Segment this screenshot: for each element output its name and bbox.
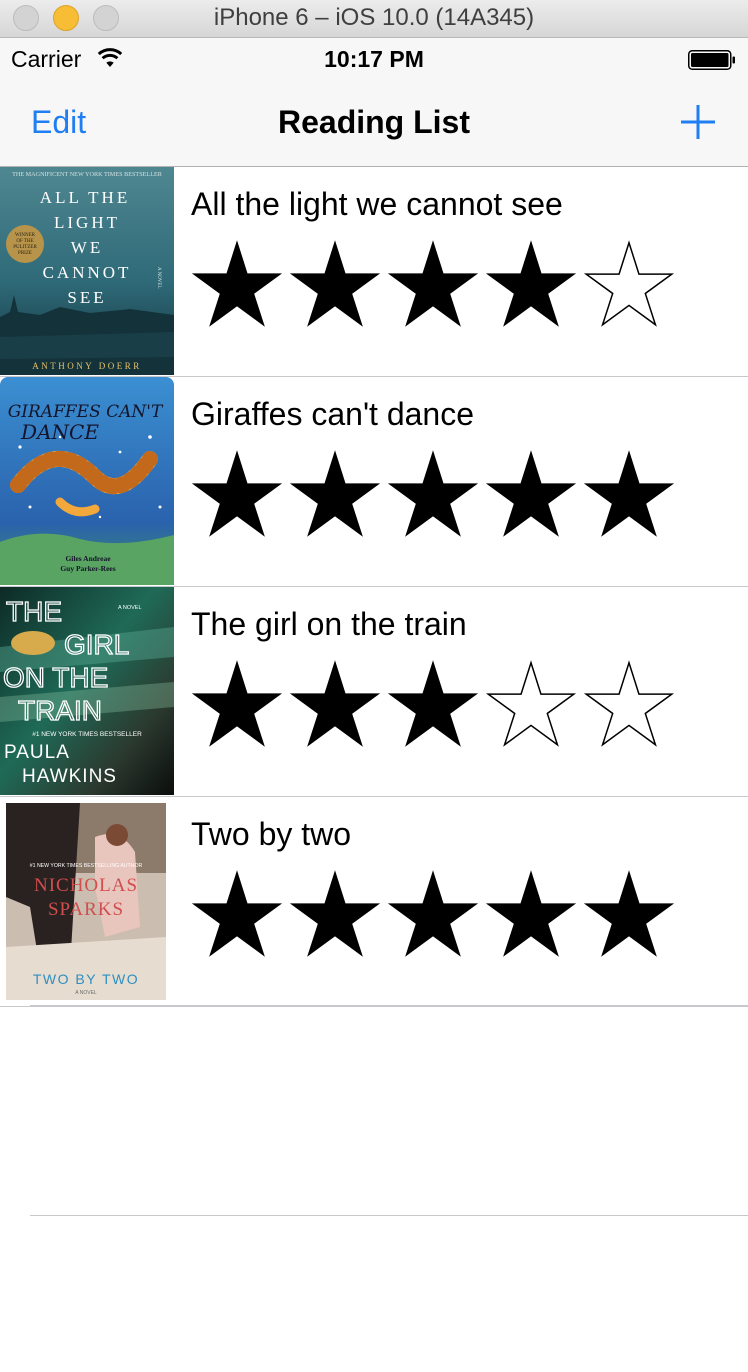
star-filled-icon[interactable] xyxy=(188,239,286,329)
status-bar: Carrier 10:17 PM xyxy=(0,38,748,78)
star-rating[interactable] xyxy=(188,659,678,749)
svg-text:DANCE: DANCE xyxy=(20,420,99,444)
navigation-bar: Edit Reading List xyxy=(0,78,748,167)
star-rating[interactable] xyxy=(188,239,678,329)
star-filled-icon[interactable] xyxy=(580,869,678,959)
star-empty-icon[interactable] xyxy=(580,239,678,329)
star-filled-icon[interactable] xyxy=(482,869,580,959)
book-cover-image: GIRAFFES CAN'T DANCE Giles Andreae Guy P… xyxy=(0,377,174,585)
empty-row-separator xyxy=(30,1215,748,1216)
book-title: The girl on the train xyxy=(191,606,467,642)
svg-text:ANTHONY DOERR: ANTHONY DOERR xyxy=(32,361,141,371)
svg-text:THE: THE xyxy=(6,596,62,627)
svg-text:SEE: SEE xyxy=(67,288,106,307)
star-empty-icon[interactable] xyxy=(482,659,580,749)
book-cover-image: THE MAGNIFICENT NEW YORK TIMES BESTSELLE… xyxy=(0,167,174,375)
svg-text:TWO BY TWO: TWO BY TWO xyxy=(33,971,139,987)
svg-text:A NOVEL: A NOVEL xyxy=(118,605,142,611)
simulator-title: iPhone 6 – iOS 10.0 (14A345) xyxy=(213,4,535,31)
svg-text:ON THE: ON THE xyxy=(3,662,108,693)
svg-text:LIGHT: LIGHT xyxy=(54,213,120,232)
book-title: All the light we cannot see xyxy=(191,186,563,222)
svg-text:OF THE: OF THE xyxy=(16,239,33,244)
star-rating[interactable] xyxy=(188,869,678,959)
svg-text:PULITZER: PULITZER xyxy=(13,245,37,250)
star-filled-icon[interactable] xyxy=(384,239,482,329)
star-filled-icon[interactable] xyxy=(188,449,286,539)
svg-text:WINNER: WINNER xyxy=(15,233,36,238)
table-row[interactable]: THE MAGNIFICENT NEW YORK TIMES BESTSELLE… xyxy=(0,167,748,377)
star-filled-icon[interactable] xyxy=(188,869,286,959)
star-filled-icon[interactable] xyxy=(286,659,384,749)
svg-text:PAULA: PAULA xyxy=(4,742,70,763)
svg-text:#1 NEW YORK TIMES BESTSELLING: #1 NEW YORK TIMES BESTSELLING AUTHOR xyxy=(30,863,143,869)
star-filled-icon[interactable] xyxy=(384,659,482,749)
star-filled-icon[interactable] xyxy=(286,239,384,329)
svg-text:NICHOLAS: NICHOLAS xyxy=(34,875,138,896)
page-title: Reading List xyxy=(277,104,470,140)
table-row[interactable]: THE GIRL ON THE TRAIN A NOVEL #1 NEW YOR… xyxy=(0,587,748,797)
svg-text:CANNOT: CANNOT xyxy=(43,263,132,282)
star-filled-icon[interactable] xyxy=(580,449,678,539)
reading-list-table: THE MAGNIFICENT NEW YORK TIMES BESTSELLE… xyxy=(0,167,748,1007)
svg-text:Giles Andreae: Giles Andreae xyxy=(65,554,111,563)
svg-text:WE: WE xyxy=(71,238,103,257)
star-filled-icon[interactable] xyxy=(482,449,580,539)
svg-text:#1 NEW YORK TIMES BESTSELLER: #1 NEW YORK TIMES BESTSELLER xyxy=(32,731,142,738)
table-row[interactable]: #1 NEW YORK TIMES BESTSELLING AUTHOR NIC… xyxy=(0,797,748,1007)
star-filled-icon[interactable] xyxy=(286,869,384,959)
simulator-titlebar: iPhone 6 – iOS 10.0 (14A345) xyxy=(0,0,748,38)
svg-text:THE MAGNIFICENT NEW YORK TIMES: THE MAGNIFICENT NEW YORK TIMES BESTSELLE… xyxy=(12,171,163,178)
star-filled-icon[interactable] xyxy=(482,239,580,329)
star-filled-icon[interactable] xyxy=(384,449,482,539)
svg-text:GIRL: GIRL xyxy=(64,629,129,660)
empty-row-separator xyxy=(30,1005,748,1006)
book-title: Giraffes can't dance xyxy=(191,396,475,432)
svg-text:PRIZE: PRIZE xyxy=(18,251,32,256)
battery-icon xyxy=(688,50,735,70)
star-filled-icon[interactable] xyxy=(384,869,482,959)
clock: 10:17 PM xyxy=(324,46,424,72)
svg-text:HAWKINS: HAWKINS xyxy=(22,766,117,787)
svg-text:SPARKS: SPARKS xyxy=(48,899,124,920)
svg-text:Guy Parker-Rees: Guy Parker-Rees xyxy=(60,564,115,573)
svg-text:ALL THE: ALL THE xyxy=(40,188,130,207)
star-rating[interactable] xyxy=(188,449,678,539)
star-filled-icon[interactable] xyxy=(188,659,286,749)
svg-text:TRAIN: TRAIN xyxy=(18,695,102,726)
book-title: Two by two xyxy=(191,816,352,852)
svg-text:GIRAFFES CAN'T: GIRAFFES CAN'T xyxy=(8,402,164,422)
star-empty-icon[interactable] xyxy=(580,659,678,749)
plus-icon[interactable] xyxy=(680,104,716,140)
book-cover-image: #1 NEW YORK TIMES BESTSELLING AUTHOR NIC… xyxy=(0,797,174,1005)
star-filled-icon[interactable] xyxy=(286,449,384,539)
table-row[interactable]: GIRAFFES CAN'T DANCE Giles Andreae Guy P… xyxy=(0,377,748,587)
svg-text:A NOVEL: A NOVEL xyxy=(156,267,161,289)
book-cover-image: THE GIRL ON THE TRAIN A NOVEL #1 NEW YOR… xyxy=(0,587,174,795)
svg-text:A NOVEL: A NOVEL xyxy=(75,990,97,996)
